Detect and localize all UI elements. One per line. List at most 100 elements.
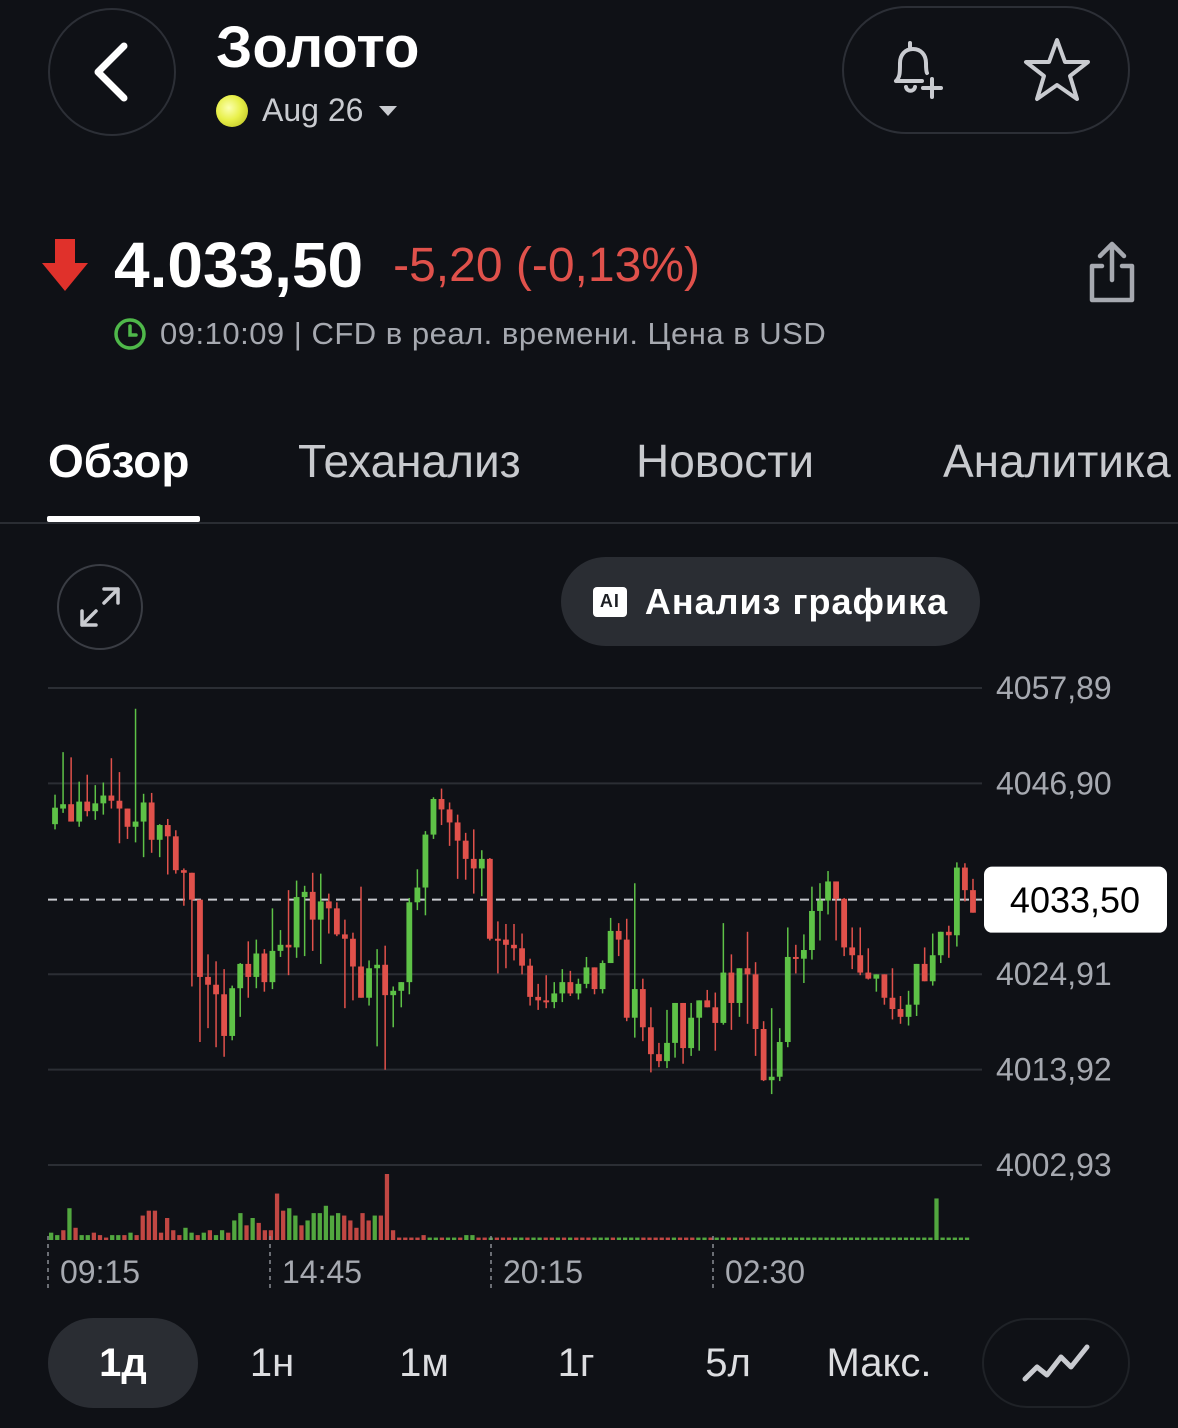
volume-bar <box>690 1237 695 1240</box>
volume-bar <box>451 1237 457 1240</box>
volume-bar <box>500 1237 506 1240</box>
timeframe-max[interactable]: Макс. <box>808 1318 950 1408</box>
volume-bar <box>781 1237 786 1240</box>
timeframe-1y[interactable]: 1г <box>516 1318 636 1408</box>
volume-bar <box>128 1232 133 1240</box>
candle-body <box>833 881 839 899</box>
volume-bar <box>360 1213 365 1240</box>
volume-bar <box>256 1222 261 1240</box>
ai-chart-analysis-button[interactable]: AI Анализ графика <box>561 557 980 646</box>
candle-body <box>664 1042 670 1062</box>
candle-body <box>374 964 381 969</box>
ai-button-label: Анализ графика <box>644 580 949 622</box>
candle-body <box>92 803 99 812</box>
volume-bar <box>922 1237 927 1240</box>
volume-bar <box>800 1237 805 1240</box>
expand-chart-button[interactable] <box>57 564 143 650</box>
volume-bar <box>629 1237 634 1240</box>
volume-bar <box>439 1237 445 1240</box>
volume-bar <box>116 1235 121 1240</box>
volume-bar <box>506 1237 512 1240</box>
price-change: -5,20 (-0,13%) <box>393 238 700 292</box>
candle-body <box>164 825 171 837</box>
price-chart[interactable]: 4057,89 4046,90 4024,91 4013,92 4002,93 4033,… <box>0 660 1178 1310</box>
active-tab-indicator <box>47 516 200 522</box>
tab-news[interactable]: Новости <box>636 434 814 488</box>
volume-bar <box>586 1237 591 1240</box>
candle-body <box>454 822 461 841</box>
candle-body <box>921 963 928 982</box>
volume-bar <box>806 1237 811 1240</box>
candle-body <box>768 1076 775 1081</box>
candle-body <box>535 996 542 1001</box>
volume-bar <box>464 1235 469 1240</box>
volume-bar <box>226 1232 231 1240</box>
page-title: Золото <box>216 15 420 80</box>
timeframe-1d[interactable]: 1д <box>48 1318 198 1408</box>
volume-bar <box>409 1237 414 1240</box>
volume-bar <box>726 1237 732 1240</box>
candle-body <box>358 966 364 998</box>
volume-bar <box>946 1237 951 1240</box>
bell-plus-icon[interactable] <box>880 35 950 105</box>
line-chart-icon <box>1022 1344 1090 1382</box>
x-tick-label: 02:30 <box>725 1254 805 1290</box>
volume-bar <box>335 1213 341 1240</box>
timeframe-1w[interactable]: 1н <box>212 1318 332 1408</box>
candle-body <box>478 858 485 869</box>
star-icon[interactable] <box>1022 35 1092 105</box>
volume-bar <box>818 1237 823 1240</box>
chart-type-button[interactable] <box>982 1318 1130 1408</box>
candle-body <box>438 799 445 810</box>
candle-body <box>132 821 139 827</box>
tab-technical[interactable]: Теханализ <box>298 434 521 488</box>
volume-bar <box>49 1232 54 1240</box>
candle-body <box>406 902 413 983</box>
volume-bar <box>427 1237 432 1240</box>
header-actions <box>842 6 1130 134</box>
y-tick-label: 4046,90 <box>996 765 1112 801</box>
candle-body <box>462 840 469 859</box>
x-tick-label: 09:15 <box>60 1254 140 1290</box>
volume-bar <box>287 1208 292 1240</box>
volume-bar <box>354 1227 359 1240</box>
share-button[interactable] <box>1084 240 1140 311</box>
tab-analytics[interactable]: Аналитика <box>943 434 1171 488</box>
volume-bar <box>61 1230 66 1240</box>
back-button[interactable] <box>48 8 176 136</box>
volume-bar <box>140 1215 145 1240</box>
candle-body <box>245 963 252 977</box>
volume-bar <box>372 1215 377 1240</box>
volume-bar <box>317 1213 322 1240</box>
candle-body <box>253 953 260 977</box>
volume-bar <box>592 1237 597 1240</box>
candle-body <box>390 990 397 996</box>
candle-body <box>825 881 831 901</box>
volume-bar <box>366 1220 371 1240</box>
candle-body <box>865 972 872 979</box>
volume-bar <box>195 1235 200 1240</box>
volume-bar <box>494 1237 500 1240</box>
volume-bar <box>415 1237 420 1240</box>
candle-body <box>189 872 195 900</box>
volume-bar <box>848 1237 854 1240</box>
volume-bar <box>342 1215 347 1240</box>
price-row: 4.033,50 -5,20 (-0,13%) <box>40 228 700 302</box>
contract-label: Aug 26 <box>262 92 364 128</box>
candle-body <box>873 974 880 979</box>
section-tabs: Обзор Теханализ Новости Аналитика <box>0 420 1178 524</box>
candle-body <box>221 994 228 1036</box>
chevron-down-icon <box>379 105 398 116</box>
volume-bar <box>458 1237 463 1240</box>
candle-body <box>213 984 219 995</box>
timeframe-1m[interactable]: 1м <box>364 1318 484 1408</box>
candle-body <box>639 989 646 1028</box>
candle-body <box>382 964 389 996</box>
candle-body <box>140 802 147 822</box>
timeframe-5y[interactable]: 5л <box>668 1318 788 1408</box>
tab-overview[interactable]: Обзор <box>48 434 190 488</box>
volume-bar <box>714 1237 719 1240</box>
candle-body <box>623 939 630 1018</box>
volume-bar <box>568 1237 573 1240</box>
contract-selector[interactable]: Aug 26 <box>216 92 399 129</box>
